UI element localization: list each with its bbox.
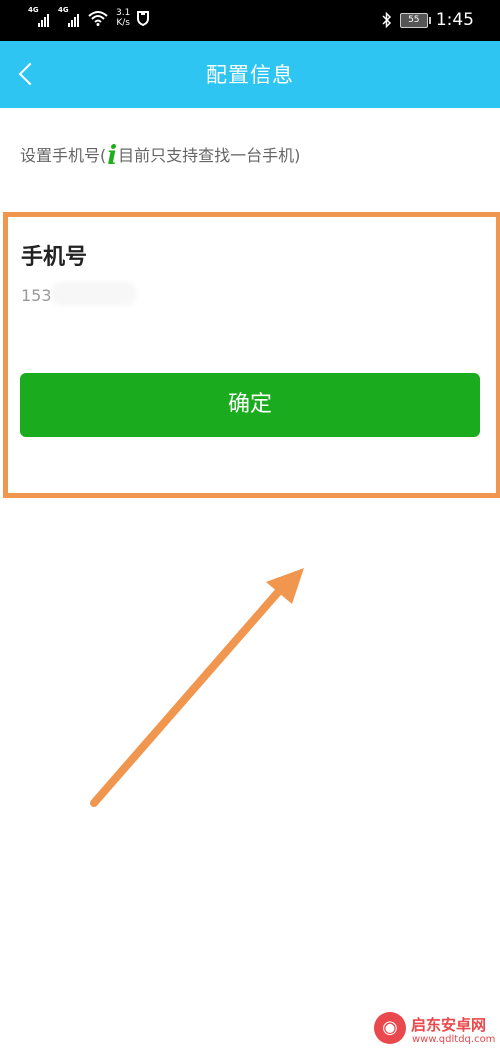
site-watermark: ◉ 启东安卓网 www.qdltdq.com xyxy=(374,1012,496,1052)
annotation-arrow xyxy=(90,568,304,807)
watermark-name: 启东安卓网 xyxy=(411,1016,487,1034)
watermark-logo-icon: ◉ xyxy=(374,1012,406,1044)
watermark-url: www.qdltdq.com xyxy=(412,1034,496,1045)
